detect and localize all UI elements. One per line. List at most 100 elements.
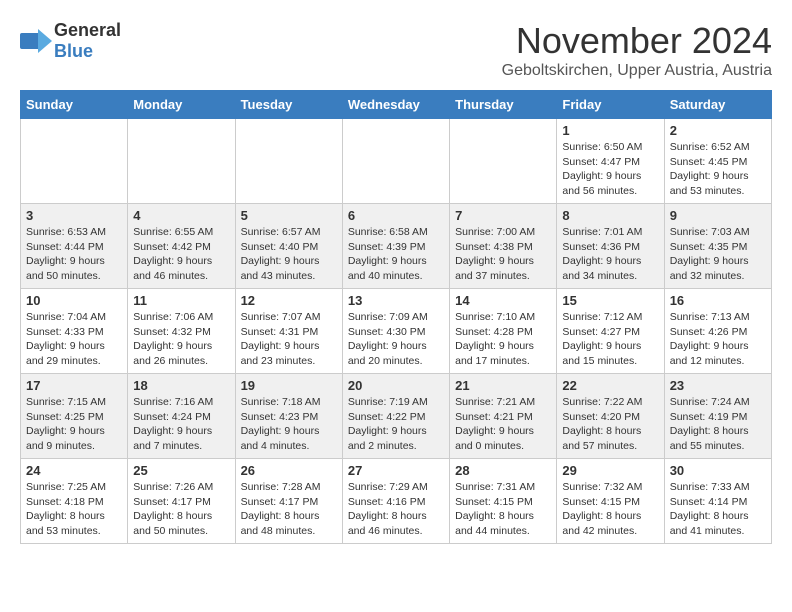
- day-number: 19: [241, 378, 337, 393]
- day-info: Sunrise: 7:15 AM Sunset: 4:25 PM Dayligh…: [26, 395, 122, 454]
- calendar-week-4: 24 Sunrise: 7:25 AM Sunset: 4:18 PM Dayli…: [21, 459, 772, 544]
- day-info: Sunrise: 6:53 AM Sunset: 4:44 PM Dayligh…: [26, 225, 122, 284]
- day-number: 5: [241, 208, 337, 223]
- day-info: Sunrise: 7:10 AM Sunset: 4:28 PM Dayligh…: [455, 310, 551, 369]
- calendar-cell: [342, 119, 449, 204]
- day-info: Sunrise: 7:31 AM Sunset: 4:15 PM Dayligh…: [455, 480, 551, 539]
- calendar-cell: 29 Sunrise: 7:32 AM Sunset: 4:15 PM Dayli…: [557, 459, 664, 544]
- calendar-cell: [450, 119, 557, 204]
- day-number: 26: [241, 463, 337, 478]
- calendar-cell: 17 Sunrise: 7:15 AM Sunset: 4:25 PM Dayli…: [21, 374, 128, 459]
- day-number: 24: [26, 463, 122, 478]
- day-number: 22: [562, 378, 658, 393]
- day-info: Sunrise: 6:55 AM Sunset: 4:42 PM Dayligh…: [133, 225, 229, 284]
- location-title: Geboltskirchen, Upper Austria, Austria: [502, 62, 772, 80]
- header-sunday: Sunday: [21, 91, 128, 119]
- calendar-cell: 19 Sunrise: 7:18 AM Sunset: 4:23 PM Dayli…: [235, 374, 342, 459]
- day-number: 21: [455, 378, 551, 393]
- header-monday: Monday: [128, 91, 235, 119]
- day-number: 12: [241, 293, 337, 308]
- day-info: Sunrise: 7:26 AM Sunset: 4:17 PM Dayligh…: [133, 480, 229, 539]
- day-number: 27: [348, 463, 444, 478]
- day-number: 18: [133, 378, 229, 393]
- calendar-header-row: SundayMondayTuesdayWednesdayThursdayFrid…: [21, 91, 772, 119]
- day-number: 15: [562, 293, 658, 308]
- day-number: 16: [670, 293, 766, 308]
- month-title: November 2024: [502, 20, 772, 62]
- day-info: Sunrise: 7:32 AM Sunset: 4:15 PM Dayligh…: [562, 480, 658, 539]
- calendar-cell: 16 Sunrise: 7:13 AM Sunset: 4:26 PM Dayli…: [664, 289, 771, 374]
- calendar-cell: 22 Sunrise: 7:22 AM Sunset: 4:20 PM Dayli…: [557, 374, 664, 459]
- day-number: 17: [26, 378, 122, 393]
- calendar-cell: 11 Sunrise: 7:06 AM Sunset: 4:32 PM Dayli…: [128, 289, 235, 374]
- calendar-cell: 10Sunrise: 7:04 AM Sunset: 4:33 PM Dayli…: [21, 289, 128, 374]
- day-info: Sunrise: 6:57 AM Sunset: 4:40 PM Dayligh…: [241, 225, 337, 284]
- calendar-cell: [128, 119, 235, 204]
- day-info: Sunrise: 7:13 AM Sunset: 4:26 PM Dayligh…: [670, 310, 766, 369]
- calendar-cell: 13 Sunrise: 7:09 AM Sunset: 4:30 PM Dayli…: [342, 289, 449, 374]
- calendar-cell: 20 Sunrise: 7:19 AM Sunset: 4:22 PM Dayli…: [342, 374, 449, 459]
- calendar-cell: 6Sunrise: 6:58 AM Sunset: 4:39 PM Daylig…: [342, 204, 449, 289]
- calendar-week-1: 3 Sunrise: 6:53 AM Sunset: 4:44 PM Daylig…: [21, 204, 772, 289]
- day-info: Sunrise: 7:04 AM Sunset: 4:33 PM Dayligh…: [26, 310, 122, 369]
- calendar-cell: 21 Sunrise: 7:21 AM Sunset: 4:21 PM Dayli…: [450, 374, 557, 459]
- logo: General Blue: [20, 20, 121, 62]
- day-number: 14: [455, 293, 551, 308]
- calendar-cell: 24 Sunrise: 7:25 AM Sunset: 4:18 PM Dayli…: [21, 459, 128, 544]
- day-info: Sunrise: 7:29 AM Sunset: 4:16 PM Dayligh…: [348, 480, 444, 539]
- calendar-cell: 9 Sunrise: 7:03 AM Sunset: 4:35 PM Daylig…: [664, 204, 771, 289]
- calendar-cell: [21, 119, 128, 204]
- header: General Blue November 2024 Geboltskirche…: [20, 20, 772, 80]
- day-number: 20: [348, 378, 444, 393]
- day-info: Sunrise: 7:03 AM Sunset: 4:35 PM Dayligh…: [670, 225, 766, 284]
- day-number: 4: [133, 208, 229, 223]
- day-number: 1: [562, 123, 658, 138]
- day-number: 13: [348, 293, 444, 308]
- day-info: Sunrise: 7:18 AM Sunset: 4:23 PM Dayligh…: [241, 395, 337, 454]
- day-info: Sunrise: 7:07 AM Sunset: 4:31 PM Dayligh…: [241, 310, 337, 369]
- calendar-cell: 1 Sunrise: 6:50 AM Sunset: 4:47 PM Daylig…: [557, 119, 664, 204]
- day-info: Sunrise: 7:25 AM Sunset: 4:18 PM Dayligh…: [26, 480, 122, 539]
- day-number: 9: [670, 208, 766, 223]
- day-info: Sunrise: 7:19 AM Sunset: 4:22 PM Dayligh…: [348, 395, 444, 454]
- calendar-cell: [235, 119, 342, 204]
- day-info: Sunrise: 6:52 AM Sunset: 4:45 PM Dayligh…: [670, 140, 766, 199]
- calendar-cell: 30Sunrise: 7:33 AM Sunset: 4:14 PM Dayli…: [664, 459, 771, 544]
- calendar-cell: 26Sunrise: 7:28 AM Sunset: 4:17 PM Dayli…: [235, 459, 342, 544]
- day-info: Sunrise: 7:22 AM Sunset: 4:20 PM Dayligh…: [562, 395, 658, 454]
- calendar-cell: 5 Sunrise: 6:57 AM Sunset: 4:40 PM Daylig…: [235, 204, 342, 289]
- calendar-cell: 27 Sunrise: 7:29 AM Sunset: 4:16 PM Dayli…: [342, 459, 449, 544]
- day-number: 11: [133, 293, 229, 308]
- day-info: Sunrise: 7:24 AM Sunset: 4:19 PM Dayligh…: [670, 395, 766, 454]
- calendar-cell: 7Sunrise: 7:00 AM Sunset: 4:38 PM Daylig…: [450, 204, 557, 289]
- day-number: 23: [670, 378, 766, 393]
- calendar-cell: 8Sunrise: 7:01 AM Sunset: 4:36 PM Daylig…: [557, 204, 664, 289]
- day-number: 3: [26, 208, 122, 223]
- header-tuesday: Tuesday: [235, 91, 342, 119]
- logo-blue: Blue: [54, 41, 93, 61]
- day-info: Sunrise: 6:50 AM Sunset: 4:47 PM Dayligh…: [562, 140, 658, 199]
- calendar-cell: 25 Sunrise: 7:26 AM Sunset: 4:17 PM Dayli…: [128, 459, 235, 544]
- calendar-week-0: 1 Sunrise: 6:50 AM Sunset: 4:47 PM Daylig…: [21, 119, 772, 204]
- logo-icon: [20, 25, 52, 57]
- calendar-cell: 3 Sunrise: 6:53 AM Sunset: 4:44 PM Daylig…: [21, 204, 128, 289]
- day-number: 25: [133, 463, 229, 478]
- day-info: Sunrise: 6:58 AM Sunset: 4:39 PM Dayligh…: [348, 225, 444, 284]
- day-info: Sunrise: 7:21 AM Sunset: 4:21 PM Dayligh…: [455, 395, 551, 454]
- title-area: November 2024 Geboltskirchen, Upper Aust…: [502, 20, 772, 80]
- calendar-cell: 4 Sunrise: 6:55 AM Sunset: 4:42 PM Daylig…: [128, 204, 235, 289]
- day-number: 29: [562, 463, 658, 478]
- day-info: Sunrise: 7:06 AM Sunset: 4:32 PM Dayligh…: [133, 310, 229, 369]
- calendar-cell: 15Sunrise: 7:12 AM Sunset: 4:27 PM Dayli…: [557, 289, 664, 374]
- day-number: 7: [455, 208, 551, 223]
- header-wednesday: Wednesday: [342, 91, 449, 119]
- day-info: Sunrise: 7:16 AM Sunset: 4:24 PM Dayligh…: [133, 395, 229, 454]
- logo-general: General: [54, 20, 121, 40]
- calendar-cell: 18 Sunrise: 7:16 AM Sunset: 4:24 PM Dayli…: [128, 374, 235, 459]
- calendar-cell: 12 Sunrise: 7:07 AM Sunset: 4:31 PM Dayli…: [235, 289, 342, 374]
- calendar-cell: 2 Sunrise: 6:52 AM Sunset: 4:45 PM Daylig…: [664, 119, 771, 204]
- day-info: Sunrise: 7:09 AM Sunset: 4:30 PM Dayligh…: [348, 310, 444, 369]
- day-number: 8: [562, 208, 658, 223]
- calendar-cell: 14 Sunrise: 7:10 AM Sunset: 4:28 PM Dayli…: [450, 289, 557, 374]
- day-number: 2: [670, 123, 766, 138]
